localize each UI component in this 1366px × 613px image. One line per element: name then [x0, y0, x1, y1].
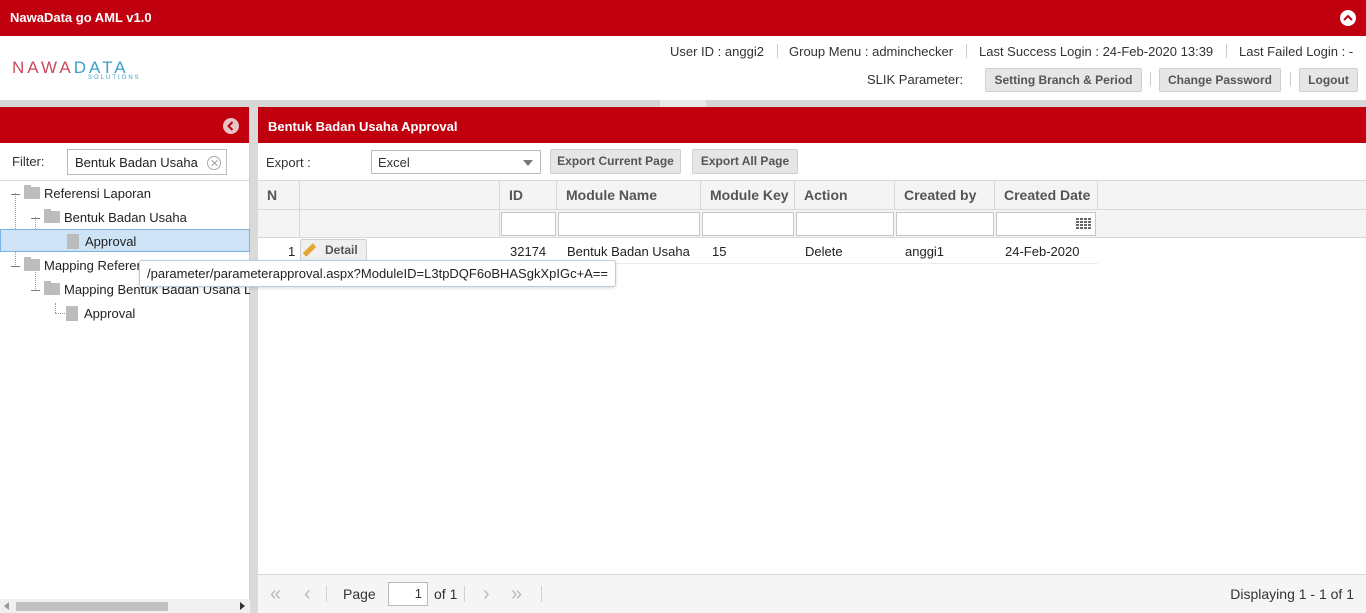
filter-action-input[interactable]: [796, 212, 894, 236]
chevron-down-icon: [523, 160, 533, 166]
user-id-text: User ID : anggi2: [670, 44, 764, 59]
folder-icon: [44, 281, 60, 295]
cell-created-date: 24-Feb-2020: [1005, 244, 1080, 259]
main-panel: Bentuk Badan Usaha Approval Export : Exc…: [258, 107, 1366, 613]
export-current-page-button[interactable]: Export Current Page: [550, 149, 681, 174]
app-title: NawaData go AML v1.0: [10, 10, 152, 25]
tree-item-approval[interactable]: Approval: [66, 302, 135, 325]
navigation-panel-header: [0, 107, 249, 143]
clear-filter-icon[interactable]: [207, 156, 221, 170]
paging-toolbar: « ‹ Page 1 of 1 › » Displaying 1 - 1 of …: [258, 574, 1366, 613]
divider: [966, 44, 967, 58]
detail-button[interactable]: Detail: [300, 239, 367, 261]
last-failed-login-text: Last Failed Login : -: [1239, 44, 1354, 59]
collapse-header-icon[interactable]: [1340, 10, 1356, 26]
file-icon: [66, 306, 78, 321]
panel-title: Bentuk Badan Usaha Approval: [258, 107, 1366, 143]
header: NAWADATA SOLUTIONS User ID : anggi2 Grou…: [0, 36, 1366, 100]
divider: [1290, 72, 1291, 86]
filter-input[interactable]: Bentuk Badan Usaha: [67, 149, 227, 175]
column-header-n[interactable]: N: [258, 181, 300, 210]
calendar-icon[interactable]: [1076, 218, 1091, 230]
row-number: 1: [288, 244, 296, 259]
filter-module-key-input[interactable]: [702, 212, 794, 236]
column-header-created-date[interactable]: Created Date: [995, 181, 1098, 210]
app-titlebar: NawaData go AML v1.0: [0, 0, 1366, 36]
navigation-panel: Filter: Bentuk Badan Usaha Referensi Lap…: [0, 107, 250, 613]
slik-parameter-label: SLIK Parameter:: [867, 72, 964, 87]
last-success-login-text: Last Success Login : 24-Feb-2020 13:39: [979, 44, 1214, 59]
cell-created-by: anggi1: [905, 244, 945, 259]
panel-splitter[interactable]: [250, 107, 258, 613]
divider: [777, 44, 778, 58]
setting-branch-period-button[interactable]: Setting Branch & Period: [985, 68, 1142, 92]
cell-module-name: Bentuk Badan Usaha: [567, 244, 690, 259]
cell-id: 32174: [510, 244, 547, 259]
export-format-select[interactable]: Excel: [371, 150, 541, 174]
column-header-command: [300, 181, 500, 210]
folder-icon: [24, 257, 40, 271]
filter-label: Filter:: [12, 154, 45, 169]
group-menu-text: Group Menu : adminchecker: [789, 44, 954, 59]
first-page-icon[interactable]: «: [270, 584, 281, 604]
displaying-info: Displaying 1 - 1 of 1: [1230, 586, 1354, 602]
folder-icon: [24, 185, 40, 199]
filter-value: Bentuk Badan Usaha: [75, 155, 198, 170]
divider: [1226, 44, 1227, 58]
horizontal-scrollbar[interactable]: [0, 599, 250, 613]
cell-module-key: 15: [712, 244, 727, 259]
tree-item-bentuk-badan-usaha[interactable]: Bentuk Badan Usaha: [44, 206, 187, 229]
divider: [1150, 72, 1151, 86]
divider: [0, 180, 250, 181]
page-label: Page: [343, 586, 376, 602]
cell-action: Delete: [805, 244, 843, 259]
filter-module-name-input[interactable]: [558, 212, 700, 236]
next-page-icon[interactable]: ›: [483, 584, 490, 604]
filter-id-input[interactable]: [501, 212, 556, 236]
column-header-id[interactable]: ID: [500, 181, 557, 210]
column-header-module-name[interactable]: Module Name: [557, 181, 701, 210]
previous-page-icon[interactable]: ‹: [304, 584, 311, 604]
grid-header: N ID Module Name Module Key Action Creat…: [258, 180, 1366, 210]
export-all-page-button[interactable]: Export All Page: [692, 149, 798, 174]
pencil-icon: [302, 243, 317, 257]
collapse-panel-icon[interactable]: [223, 118, 239, 134]
tree-item-approval-selected[interactable]: Approval: [0, 229, 250, 252]
logout-button[interactable]: Logout: [1299, 68, 1358, 92]
folder-icon: [44, 209, 60, 223]
header-splitter[interactable]: [0, 100, 1366, 107]
file-icon: [67, 234, 79, 249]
nawadata-logo: NAWADATA SOLUTIONS: [12, 58, 141, 81]
column-header-module-key[interactable]: Module Key: [701, 181, 795, 210]
export-label: Export :: [266, 155, 311, 170]
grid-filter-row: [258, 210, 1366, 238]
column-header-created-by[interactable]: Created by: [895, 181, 995, 210]
column-header-action[interactable]: Action: [795, 181, 895, 210]
page-count-label: of 1: [434, 586, 458, 602]
filter-created-date-input[interactable]: [996, 212, 1096, 236]
scrollbar-thumb[interactable]: [16, 602, 168, 611]
link-tooltip: /parameter/parameterapproval.aspx?Module…: [139, 260, 617, 287]
page-number-input[interactable]: 1: [388, 582, 428, 606]
filter-created-by-input[interactable]: [896, 212, 994, 236]
last-page-icon[interactable]: »: [511, 584, 522, 604]
tree-item-referensi-laporan[interactable]: Referensi Laporan: [24, 182, 151, 205]
change-password-button[interactable]: Change Password: [1159, 68, 1281, 92]
header-splitter-handle[interactable]: [660, 100, 706, 107]
